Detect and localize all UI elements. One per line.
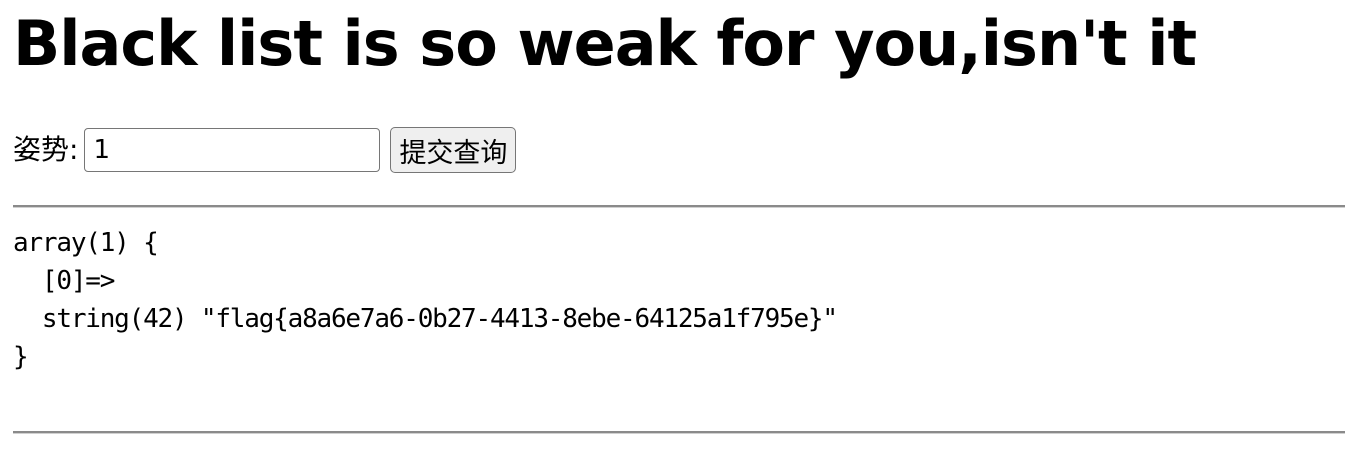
submit-query-button[interactable]: 提交查询 [390,127,517,173]
pose-input[interactable] [84,128,381,172]
result-line-2: [0]=> [13,266,115,296]
pose-label: 姿势: [13,133,79,166]
result-line-3: string(42) "flag{a8a6e7a6-0b27-4413-8ebe… [13,304,838,334]
page-heading: Black list is so weak for you,isn't it [13,7,1197,80]
divider-bottom [13,431,1345,434]
divider-top [13,205,1345,208]
query-result-output: array(1) { [0]=> string(42) "flag{a8a6e7… [13,224,838,376]
result-line-1: array(1) { [13,228,159,258]
query-form: 姿势: 提交查询 [13,126,517,174]
result-line-4: } [13,342,29,372]
